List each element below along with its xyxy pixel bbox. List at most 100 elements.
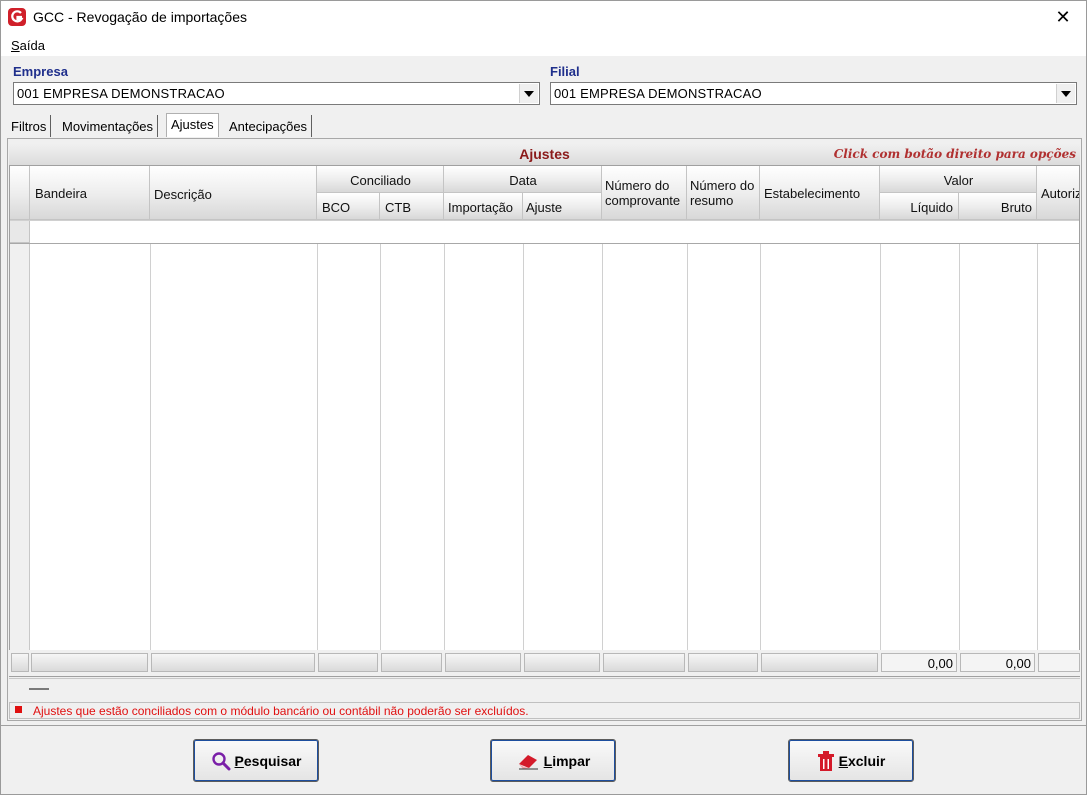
col-header-descricao-label: Descrição xyxy=(154,187,212,202)
group-header-valor-label: Valor xyxy=(943,173,974,188)
col-header-ajuste[interactable]: Ajuste xyxy=(523,193,602,220)
total-liquido: 0,00 xyxy=(881,653,957,672)
total-importacao xyxy=(445,653,521,672)
total-ctb xyxy=(381,653,442,672)
col-header-bco-label: BCO xyxy=(322,200,351,215)
ajustes-panel: Ajustes Click com botão direito para opç… xyxy=(7,138,1082,721)
eraser-icon xyxy=(518,754,538,769)
grid-title-bar: Ajustes Click com botão direito para opç… xyxy=(9,144,1080,165)
col-header-numero-comprovante-line2: comprovante xyxy=(605,193,681,208)
filter-row-indicator xyxy=(10,221,30,243)
total-bruto: 0,00 xyxy=(960,653,1035,672)
close-button[interactable]: ✕ xyxy=(1040,1,1086,34)
chevron-down-icon xyxy=(1061,90,1071,97)
scrollbar-thumb[interactable] xyxy=(29,688,49,690)
col-header-numero-resumo-line1: Número do xyxy=(690,178,755,193)
grid-divider xyxy=(380,244,381,676)
grid-divider xyxy=(602,244,603,676)
grid-divider xyxy=(10,243,1079,244)
pesquisar-mnemonic: P xyxy=(234,752,244,769)
limpar-button[interactable]: Limpar xyxy=(490,739,616,782)
col-header-numero-resumo[interactable]: Número do resumo xyxy=(687,166,760,220)
group-header-conciliado-label: Conciliado xyxy=(350,173,411,188)
total-ajuste xyxy=(524,653,600,672)
menu-bar: Saída xyxy=(1,34,1086,56)
col-header-numero-comprovante-line1: Número do xyxy=(605,178,670,193)
col-header-bandeira[interactable]: Bandeira xyxy=(30,166,150,220)
total-estabelecimento xyxy=(761,653,878,672)
grid-divider xyxy=(880,244,881,676)
main-window: GCC - Revogação de importações ✕ Saída E… xyxy=(0,0,1087,795)
excluir-label-rest: xcluir xyxy=(847,752,886,769)
col-header-autorizacao[interactable]: Autoriz xyxy=(1037,166,1080,220)
trash-icon xyxy=(817,750,834,771)
menu-item-saida-mnemonic: S xyxy=(11,38,20,53)
col-header-estabelecimento[interactable]: Estabelecimento xyxy=(760,166,880,220)
close-icon: ✕ xyxy=(1055,7,1071,27)
empresa-select[interactable]: 001 EMPRESA DEMONSTRACAO xyxy=(13,82,540,105)
grid-divider xyxy=(959,244,960,676)
title-bar: GCC - Revogação de importações ✕ xyxy=(1,1,1086,34)
excluir-mnemonic: E xyxy=(838,752,848,769)
chevron-down-icon xyxy=(524,90,534,97)
filial-dropdown-button[interactable] xyxy=(1056,84,1075,103)
col-header-bruto[interactable]: Bruto xyxy=(959,193,1037,220)
col-header-importacao[interactable]: Importação xyxy=(444,193,523,220)
col-header-importacao-label: Importação xyxy=(448,200,514,215)
col-header-estabelecimento-label: Estabelecimento xyxy=(764,186,861,201)
grid-divider xyxy=(687,244,688,676)
col-header-bruto-label: Bruto xyxy=(1000,200,1032,215)
window-title: GCC - Revogação de importações xyxy=(33,9,247,25)
warning-square-icon xyxy=(15,706,22,713)
grid-divider xyxy=(760,244,761,676)
tab-ajustes[interactable]: Ajustes xyxy=(166,113,219,137)
filter-row[interactable] xyxy=(30,221,1079,243)
col-header-liquido-label: Líquido xyxy=(910,200,953,215)
ajustes-grid[interactable]: Bandeira Descrição Conciliado BCO CTB Da… xyxy=(9,165,1080,677)
total-descricao xyxy=(151,653,315,672)
group-header-data-label: Data xyxy=(509,173,537,188)
tab-movimentacoes[interactable]: Movimentações xyxy=(58,115,159,137)
col-header-ajuste-label: Ajuste xyxy=(526,200,563,215)
menu-item-saida-label: aída xyxy=(19,38,45,53)
col-header-bco[interactable]: BCO xyxy=(317,193,380,220)
total-bco xyxy=(318,653,378,672)
empresa-dropdown-button[interactable] xyxy=(519,84,538,103)
grid-divider xyxy=(523,244,524,676)
empresa-value: 001 EMPRESA DEMONSTRACAO xyxy=(17,86,225,101)
grid-totals-row: 0,00 0,00 xyxy=(9,650,1080,676)
horizontal-scrollbar[interactable] xyxy=(9,678,1080,699)
empresa-label: Empresa xyxy=(13,64,68,79)
group-header-data: Data xyxy=(444,166,602,193)
col-header-autorizacao-label: Autoriz xyxy=(1041,186,1080,201)
total-autorizacao xyxy=(1038,653,1080,672)
pesquisar-button[interactable]: Pesquisar xyxy=(193,739,319,782)
filial-label: Filial xyxy=(550,64,580,79)
filial-value: 001 EMPRESA DEMONSTRACAO xyxy=(554,86,762,101)
tab-antecipacoes[interactable]: Antecipações xyxy=(225,115,313,137)
row-indicator-header xyxy=(10,166,30,220)
gcc-logo-icon xyxy=(8,8,26,26)
col-header-descricao[interactable]: Descrição xyxy=(150,166,317,220)
menu-item-saida[interactable]: Saída xyxy=(11,38,45,53)
row-indicator-column xyxy=(10,244,30,676)
tab-filtros[interactable]: Filtros xyxy=(7,115,52,137)
grid-divider xyxy=(1037,244,1038,676)
col-header-ctb[interactable]: CTB xyxy=(380,193,444,220)
grid-divider xyxy=(317,244,318,676)
group-header-valor: Valor xyxy=(880,166,1037,193)
conciliation-warning: Ajustes que estão conciliados com o módu… xyxy=(9,702,1080,719)
col-header-ctb-label: CTB xyxy=(385,200,411,215)
grid-divider xyxy=(150,244,151,676)
total-numero-resumo xyxy=(688,653,758,672)
limpar-label-rest: impar xyxy=(552,752,591,769)
filial-select[interactable]: 001 EMPRESA DEMONSTRACAO xyxy=(550,82,1077,105)
col-header-liquido[interactable]: Líquido xyxy=(880,193,959,220)
totals-indicator xyxy=(11,653,29,672)
excluir-button[interactable]: Excluir xyxy=(788,739,914,782)
col-header-numero-comprovante[interactable]: Número do comprovante xyxy=(602,166,687,220)
limpar-button-label: Limpar xyxy=(544,753,591,769)
search-icon xyxy=(211,751,231,770)
col-header-numero-resumo-line2: resumo xyxy=(690,193,734,208)
bottom-divider xyxy=(1,725,1086,726)
